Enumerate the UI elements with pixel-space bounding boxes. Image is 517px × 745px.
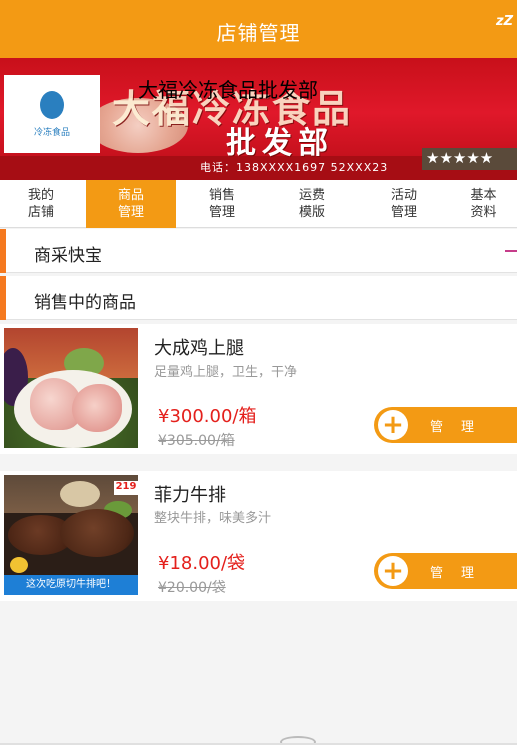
section-title: 商采快宝: [34, 246, 102, 266]
tab-activity-management[interactable]: 活动 管理: [358, 180, 450, 228]
product-price: ¥300.00/箱: [158, 406, 257, 427]
section-shop-treasure[interactable]: 商采快宝: [0, 229, 517, 273]
plus-icon: +: [378, 556, 408, 586]
page-title: 店铺管理: [216, 21, 301, 45]
tab-product-management[interactable]: 商品 管理: [86, 180, 176, 228]
section-on-sale[interactable]: 销售中的商品: [0, 276, 517, 320]
product-name: 大成鸡上腿: [154, 338, 244, 359]
product-description: 足量鸡上腿，卫生，干净: [154, 365, 298, 380]
product-price: ¥18.00/袋: [158, 553, 246, 574]
product-item[interactable]: 大成鸡上腿 足量鸡上腿，卫生，干净 ¥300.00/箱 ¥305.00/箱 + …: [0, 324, 517, 454]
rating-stars-icon: ★★★★★: [422, 148, 517, 170]
tab-my-shop[interactable]: 我的 店铺: [0, 180, 82, 228]
tab-label: 运费: [298, 188, 325, 203]
product-name: 菲力牛排: [154, 485, 226, 506]
tab-label: 销售: [208, 188, 235, 203]
shop-banner[interactable]: 大福冷冻食品 批发部 大福冷冻食品批发部 冷冻食品 电话：138XXXX1697…: [0, 58, 517, 180]
tab-sales-management[interactable]: 销售 管理: [178, 180, 266, 228]
image-egg: [10, 557, 28, 573]
shop-logo: 冷冻食品: [4, 75, 100, 153]
tab-shipping-template[interactable]: 运费 模版: [266, 180, 358, 228]
product-image: [4, 328, 138, 448]
tab-label: 管理: [117, 205, 144, 220]
image-sauce: [60, 481, 100, 507]
banner-phone: 电话：138XXXX1697 52XXX23: [200, 161, 389, 174]
tab-basic-info[interactable]: 基本 资料: [450, 180, 517, 228]
app-root: 店铺管理 zZ 大福冷冻食品 批发部 大福冷冻食品批发部 冷冻食品 电话：138…: [0, 0, 517, 745]
manage-button-label: 管理: [430, 420, 493, 435]
image-steak: [60, 509, 134, 557]
image-chicken-leg: [72, 384, 122, 432]
tab-label: 活动: [390, 188, 417, 203]
banner-sub-text: 批发部: [226, 126, 334, 161]
product-original-price: ¥305.00/箱: [158, 433, 235, 449]
image-badge: 219: [114, 481, 138, 495]
collapse-dash-icon: [505, 250, 517, 252]
manage-button[interactable]: + 管理: [374, 407, 517, 443]
top-header: 店铺管理 zZ: [0, 0, 517, 58]
logo-text: 冷冻食品: [33, 128, 70, 138]
tab-label: 基本: [470, 188, 497, 203]
image-banner-text: 这次吃原切牛排吧！: [4, 575, 138, 595]
tab-bar: 我的 店铺 商品 管理 销售 管理 运费 模版 活动 管理 基本 资料: [0, 180, 517, 228]
section-accent-bar: [0, 229, 6, 273]
product-item[interactable]: 219 这次吃原切牛排吧！ 菲力牛排 整块牛排，味美多汁 ¥18.00/袋 ¥2…: [0, 471, 517, 601]
logo-emblem-icon: [40, 91, 64, 119]
tab-label: 资料: [470, 205, 497, 220]
tab-label: 模版: [298, 205, 325, 220]
tab-label: 管理: [390, 205, 417, 220]
product-original-price: ¥20.00/袋: [158, 580, 226, 596]
sleep-icon: zZ: [496, 14, 513, 29]
section-title: 销售中的商品: [34, 293, 136, 313]
section-accent-bar: [0, 276, 6, 320]
product-description: 整块牛排，味美多汁: [154, 511, 272, 526]
plus-icon: +: [378, 410, 408, 440]
tab-label: 店铺: [27, 205, 54, 220]
tab-label: 我的: [27, 188, 54, 203]
manage-button-label: 管理: [430, 566, 493, 581]
banner-shop-name: 大福冷冻食品批发部: [138, 78, 318, 102]
product-image: 219 这次吃原切牛排吧！: [4, 475, 138, 595]
tab-label: 管理: [208, 205, 235, 220]
tab-label: 商品: [117, 188, 144, 203]
manage-button[interactable]: + 管理: [374, 553, 517, 589]
